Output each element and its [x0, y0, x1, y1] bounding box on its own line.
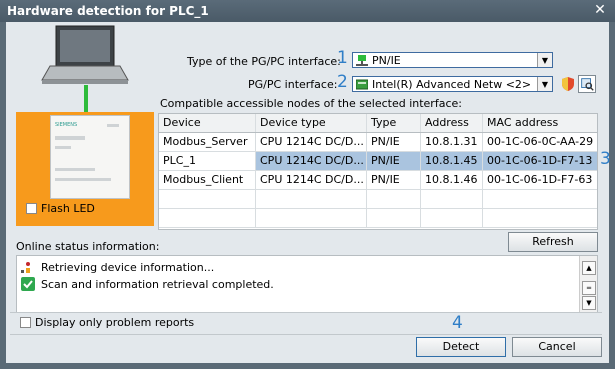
status-scrollbar[interactable]: ▲ ═ ▼ — [579, 256, 597, 312]
interface-type-select[interactable]: PN/IE ▼ — [352, 52, 553, 68]
column-header[interactable]: Device type — [256, 114, 367, 132]
chevron-down-icon[interactable]: ▼ — [537, 53, 552, 67]
shield-icon[interactable] — [559, 75, 577, 93]
table-cell: 00-1C-06-0C-AA-29 — [487, 135, 594, 148]
pgpc-interface-select[interactable]: Intel(R) Advanced Netw <2> ▼ — [352, 76, 553, 92]
table-cell: 10.8.1.45 — [421, 152, 483, 170]
computer-icon — [41, 25, 129, 84]
nodes-label: Compatible accessible nodes of the selec… — [160, 97, 462, 110]
table-cell: PLC_1 — [159, 152, 256, 170]
column-header[interactable]: Type — [367, 114, 421, 132]
marker-3: 3 — [600, 149, 611, 169]
cancel-button[interactable]: Cancel — [512, 337, 602, 357]
divider — [10, 334, 602, 335]
flash-led-checkbox[interactable] — [26, 203, 37, 214]
column-header[interactable]: Address — [421, 114, 483, 132]
pgpc-interface-label: PG/PC interface: — [248, 78, 338, 91]
marker-4: 4 — [452, 313, 463, 333]
table-cell: 10.8.1.46 — [421, 171, 483, 189]
chevron-down-icon[interactable]: ▼ — [537, 77, 552, 91]
table-cell: CPU 1214C DC/D... — [256, 152, 367, 170]
status-text: Retrieving device information... — [41, 260, 215, 274]
flash-led-label: Flash LED — [41, 202, 95, 215]
table-cell: Modbus_Client — [159, 171, 256, 189]
device-info-icon — [21, 262, 30, 273]
network-card-icon — [356, 79, 368, 89]
marker-1: 1 — [337, 48, 348, 68]
flash-led-option[interactable]: Flash LED — [26, 202, 95, 215]
table-row-selected[interactable]: PLC_1 CPU 1214C DC/D... PN/IE 10.8.1.45 … — [159, 152, 597, 171]
close-icon[interactable]: ✕ — [591, 2, 609, 19]
interface-type-value: PN/IE — [372, 53, 401, 67]
table-cell: CPU 1214C DC/D... — [256, 171, 367, 189]
column-header[interactable]: Device — [159, 114, 256, 132]
status-line: Scan and information retrieval completed… — [21, 277, 274, 291]
table-cell: PN/IE — [367, 171, 421, 189]
table-cell: 10.8.1.31 — [421, 133, 483, 151]
scroll-down-icon[interactable]: ▼ — [582, 296, 596, 310]
interface-type-label: Type of the PG/PC interface: — [187, 55, 341, 68]
table-cell: PN/IE — [367, 152, 421, 170]
plc-brand: SIEMENS — [55, 122, 77, 128]
table-row-empty — [159, 209, 597, 228]
window-title: Hardware detection for PLC_1 — [7, 4, 209, 18]
column-header[interactable]: MAC address — [483, 114, 597, 132]
table-row-empty — [159, 190, 597, 209]
scroll-thumb[interactable]: ═ — [582, 281, 596, 295]
status-label: Online status information: — [16, 240, 160, 253]
title-bar: Hardware detection for PLC_1 ✕ — [0, 0, 615, 22]
divider — [10, 312, 602, 313]
status-list: Retrieving device information... Scan an… — [16, 255, 598, 313]
table-cell: PN/IE — [367, 133, 421, 151]
table-row[interactable]: Modbus_Client CPU 1214C DC/D... PN/IE 10… — [159, 171, 597, 190]
status-line: Retrieving device information... — [21, 260, 214, 274]
table-cell: 00-1C-06-1D-F7-63 — [487, 173, 593, 186]
refresh-button[interactable]: Refresh — [508, 232, 598, 252]
table-cell: 00-1C-06-1D-F7-13 — [487, 154, 593, 167]
pgpc-interface-value: Intel(R) Advanced Netw <2> — [372, 77, 532, 91]
marker-2: 2 — [337, 72, 348, 92]
table-cell: CPU 1214C DC/D... — [256, 133, 367, 151]
scroll-up-icon[interactable]: ▲ — [582, 261, 596, 275]
problem-reports-checkbox[interactable] — [20, 317, 31, 328]
table-cell: Modbus_Server — [159, 133, 256, 151]
detect-button[interactable]: Detect — [416, 337, 506, 357]
diagnostics-icon[interactable] — [578, 75, 596, 93]
plc-image: SIEMENS — [50, 115, 130, 199]
problem-reports-label: Display only problem reports — [35, 316, 195, 329]
problem-reports-option[interactable]: Display only problem reports — [20, 316, 194, 329]
table-header: Device Device type Type Address MAC addr… — [159, 114, 597, 133]
table-row[interactable]: Modbus_Server CPU 1214C DC/D... PN/IE 10… — [159, 133, 597, 152]
check-icon — [21, 277, 35, 291]
status-text: Scan and information retrieval completed… — [41, 277, 274, 291]
network-icon — [356, 54, 368, 66]
nodes-table: Device Device type Type Address MAC addr… — [158, 113, 598, 230]
